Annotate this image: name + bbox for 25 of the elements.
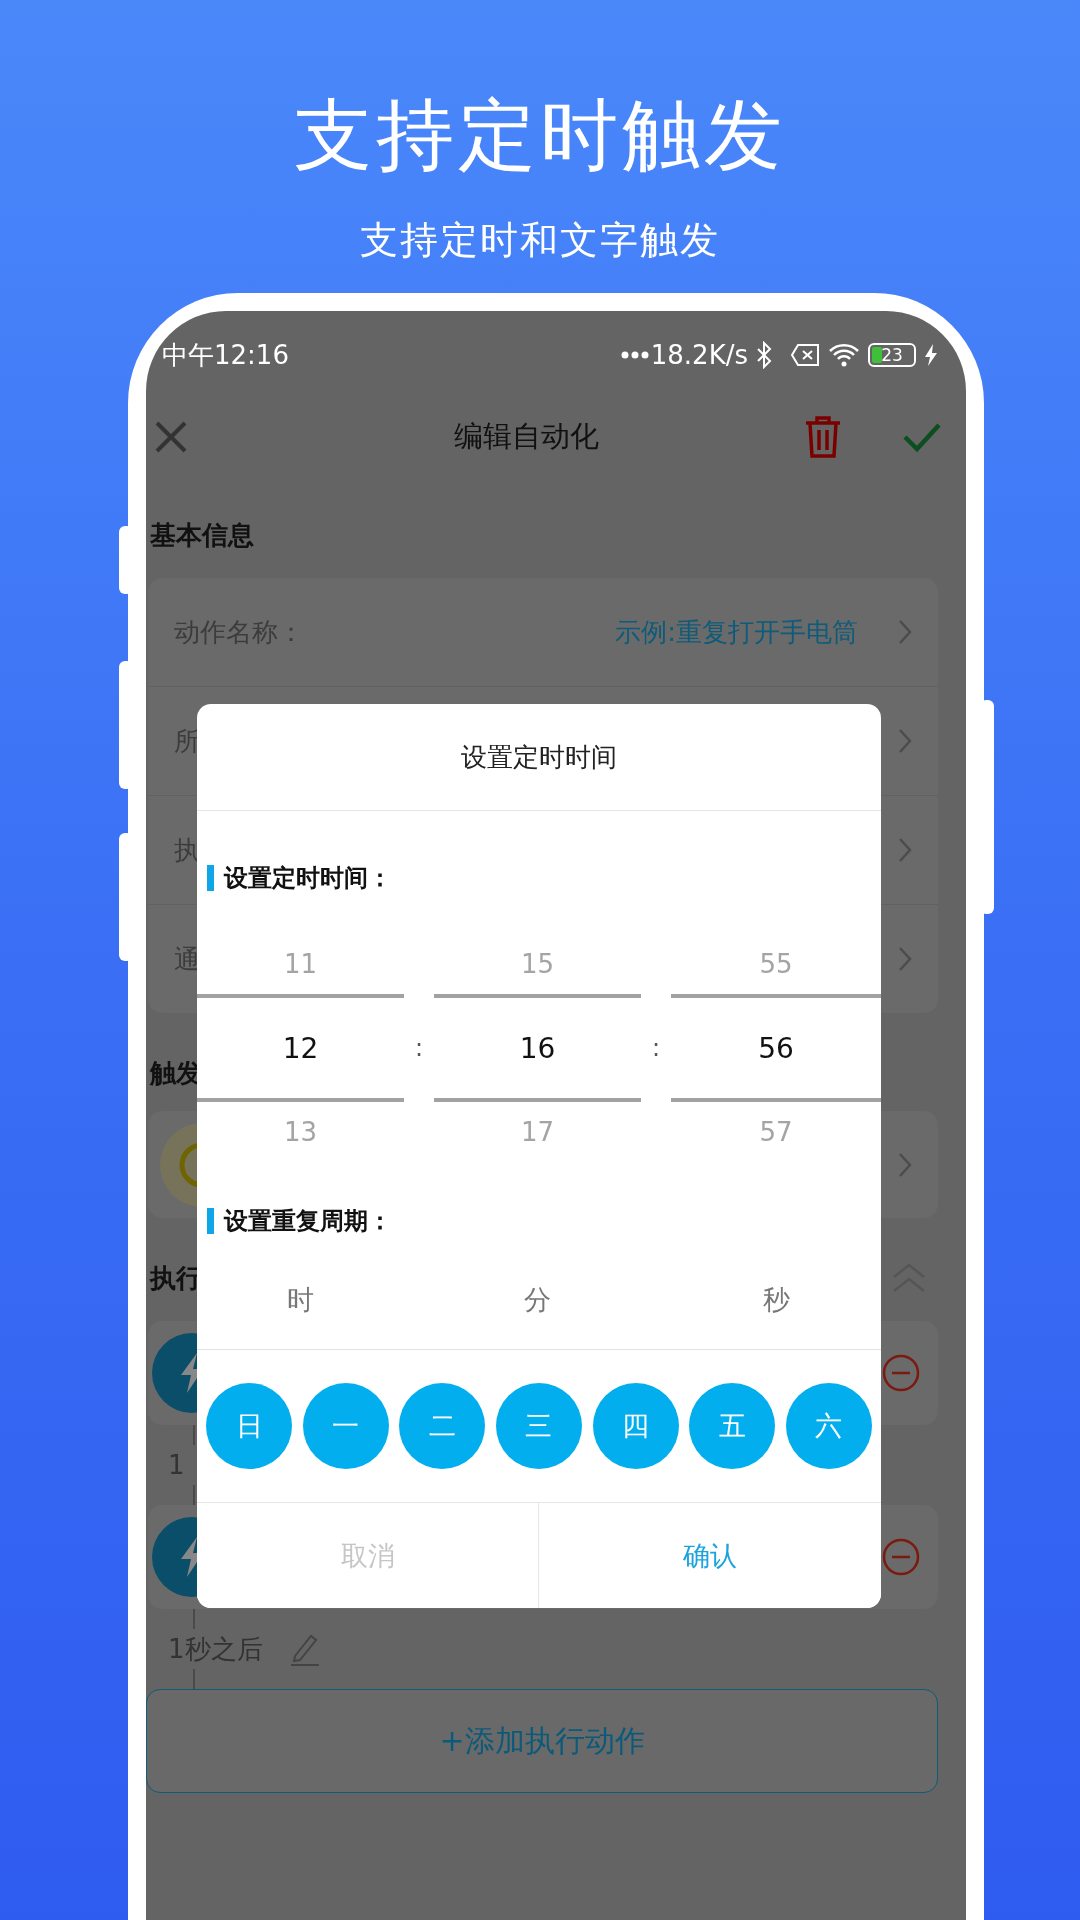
picker-value: 56 — [671, 994, 881, 1102]
unit-label: 分 — [523, 1283, 552, 1317]
section-heading: 基本信息 — [150, 518, 254, 552]
unit-label: 秒 — [761, 1283, 791, 1317]
network-speed: 18.2K/s — [650, 340, 748, 370]
section-heading: 设置重复周期： — [224, 1206, 392, 1237]
picker-option: 17 — [434, 1102, 641, 1162]
status-time: 中午12:16 — [162, 338, 290, 372]
battery-icon: 23 — [868, 343, 916, 367]
toolbar-title: 编辑自动化 — [452, 418, 600, 455]
picker-value: 12 — [197, 994, 404, 1102]
time-separator: : — [414, 1034, 424, 1062]
picker-value: 16 — [434, 994, 641, 1102]
picker-option: 55 — [671, 934, 881, 994]
row-value: 示例:重复打开手电筒 — [615, 615, 858, 649]
time-separator: : — [651, 1034, 661, 1062]
picker-option: 13 — [197, 1102, 404, 1162]
dialog-title: 设置定时时间 — [197, 704, 881, 811]
promo-subtitle: 支持定时和文字触发 — [360, 217, 720, 264]
section-heading: 设置定时时间： — [224, 863, 392, 894]
promo-title: 支持定时触发 — [294, 89, 786, 182]
unit-label: 时 — [286, 1283, 315, 1317]
picker-option: 57 — [671, 1102, 881, 1162]
picker-option: 15 — [434, 934, 641, 994]
picker-option: 11 — [197, 934, 404, 994]
